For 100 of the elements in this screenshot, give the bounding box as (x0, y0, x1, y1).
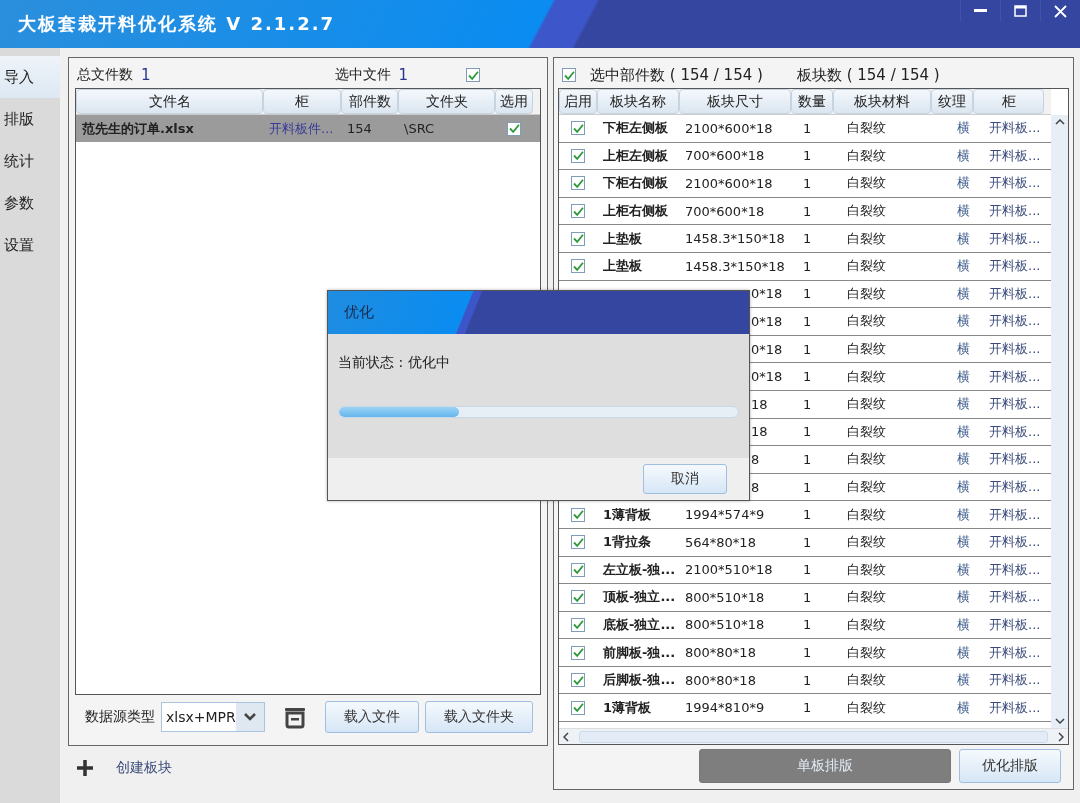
horizontal-scrollbar[interactable] (559, 728, 1068, 744)
column-header[interactable]: 部件数 (341, 89, 398, 114)
table-cell: 1 (803, 534, 812, 550)
checkbox[interactable] (571, 148, 585, 163)
load-button[interactable]: 载入文件夹 (425, 701, 533, 733)
table-cell: 1薄背板 (603, 505, 652, 524)
table-cell: 开料板... (989, 340, 1041, 359)
caret-icon (244, 713, 256, 721)
table-cell: 0*18 (751, 286, 783, 302)
checkbox[interactable] (571, 507, 585, 522)
checkbox[interactable] (571, 176, 585, 191)
selected-files-count: 1 (398, 66, 409, 84)
column-header[interactable]: 板块材料 (833, 89, 931, 114)
file-row[interactable]: 范先生的订单.xlsx 开料板件... 154 \SRC (76, 115, 540, 142)
table-cell: 白裂纹 (847, 698, 886, 717)
sidebar-tab[interactable]: 统计 (0, 140, 60, 182)
sidebar-tab[interactable]: 排版 (0, 98, 60, 140)
table-cell: 白裂纹 (847, 257, 886, 276)
column-header[interactable]: 启用 (559, 89, 597, 114)
checkbox[interactable] (571, 231, 585, 246)
table-cell: 1 (803, 231, 812, 247)
table-cell: 横 (957, 367, 970, 386)
table-cell: 横 (957, 174, 970, 193)
table-cell-text: \SRC (403, 120, 436, 138)
column-header[interactable]: 数量 (791, 89, 833, 114)
column-header[interactable]: 板块名称 (597, 89, 679, 114)
trash-icon[interactable] (283, 705, 307, 729)
checkbox[interactable] (571, 700, 585, 715)
table-cell: 白裂纹 (847, 478, 886, 496)
column-header[interactable]: 选用 (495, 89, 533, 114)
table-cell: 横 (957, 560, 970, 579)
table-cell: 1 (803, 451, 812, 467)
checkbox[interactable] (466, 68, 481, 82)
table-cell: 白裂纹 (847, 146, 886, 165)
table-cell: 下柜右侧板 (603, 174, 668, 193)
table-cell: 1458.3*150*18 (685, 231, 785, 247)
create-board-link[interactable]: 创建板块 (116, 759, 172, 777)
sidebar-tab[interactable]: 设置 (0, 224, 60, 266)
plus-icon[interactable] (76, 759, 94, 777)
checkbox[interactable] (571, 673, 585, 688)
scroll-right-icon[interactable] (1058, 731, 1064, 742)
scroll-left-icon[interactable] (563, 731, 569, 742)
layout-button[interactable]: 优化排版 (959, 749, 1061, 783)
table-cell: 横 (957, 146, 970, 165)
table-cell: 上垫板 (603, 229, 642, 248)
sidebar-tab[interactable]: 参数 (0, 182, 60, 224)
table-cell: 700*600*18 (685, 203, 765, 219)
table-cell: 0*18 (751, 369, 783, 385)
table-cell: 白裂纹 (847, 533, 886, 552)
checkbox[interactable] (571, 259, 585, 274)
table-cell: 1 (803, 341, 812, 357)
vertical-scrollbar[interactable] (1051, 115, 1068, 728)
table-cell: 564*80*18 (685, 534, 756, 550)
checkbox[interactable] (507, 121, 521, 136)
column-header[interactable]: 纹理 (931, 89, 973, 114)
checkbox[interactable] (571, 204, 585, 219)
cancel-button[interactable]: 取消 (643, 464, 727, 494)
table-cell: 下柜左侧板 (603, 119, 668, 138)
column-header[interactable]: 文件名 (76, 89, 263, 114)
table-cell: 白裂纹 (847, 616, 886, 634)
table-cell: 开料板... (989, 505, 1041, 524)
checkbox[interactable] (571, 562, 585, 577)
table-cell: 1 (803, 176, 812, 191)
table-cell: 白裂纹 (847, 643, 886, 662)
load-button[interactable]: 载入文件 (325, 701, 419, 733)
table-cell: 横 (957, 450, 970, 469)
column-header[interactable]: 文件夹 (398, 89, 495, 114)
checkbox[interactable] (571, 590, 585, 605)
table-cell-text: 154 (346, 120, 373, 138)
table-cell: 1 (803, 369, 812, 385)
checkbox[interactable] (571, 121, 585, 136)
table-cell: 后脚板-独... (603, 671, 676, 690)
table-cell: 横 (957, 340, 970, 359)
scroll-down-icon[interactable] (1054, 718, 1065, 724)
table-cell: 前脚板-独... (603, 643, 676, 662)
checkbox[interactable] (571, 618, 585, 632)
checkbox[interactable] (571, 645, 585, 660)
column-header[interactable]: 柜 (263, 89, 341, 114)
table-cell: 18 (751, 424, 768, 440)
scroll-up-icon[interactable] (1054, 119, 1065, 125)
table-cell: 白裂纹 (847, 312, 886, 331)
checkbox[interactable] (571, 535, 585, 550)
table-cell: 1 (803, 313, 812, 329)
table-cell: 白裂纹 (847, 367, 886, 386)
table-cell: 开料板... (989, 174, 1041, 193)
table-cell: 1 (803, 507, 812, 523)
source-type-dropdown[interactable]: xlsx+MPR (161, 702, 265, 732)
table-cell: 开料板... (989, 616, 1041, 634)
table-cell: 1994*574*9 (685, 507, 765, 523)
column-header[interactable]: 柜 (973, 89, 1044, 114)
table-cell: 1 (803, 120, 812, 136)
table-cell: 白裂纹 (847, 422, 886, 441)
checkbox[interactable] (562, 68, 576, 82)
table-cell: 1 (803, 396, 812, 412)
column-header[interactable]: 板块尺寸 (679, 89, 791, 114)
sidebar-tab[interactable]: 导入 (0, 56, 60, 98)
table-cell: 1 (803, 286, 812, 302)
table-cell: 1 (803, 203, 812, 219)
table-cell: 横 (957, 229, 970, 248)
table-cell: 开料板... (989, 257, 1041, 276)
